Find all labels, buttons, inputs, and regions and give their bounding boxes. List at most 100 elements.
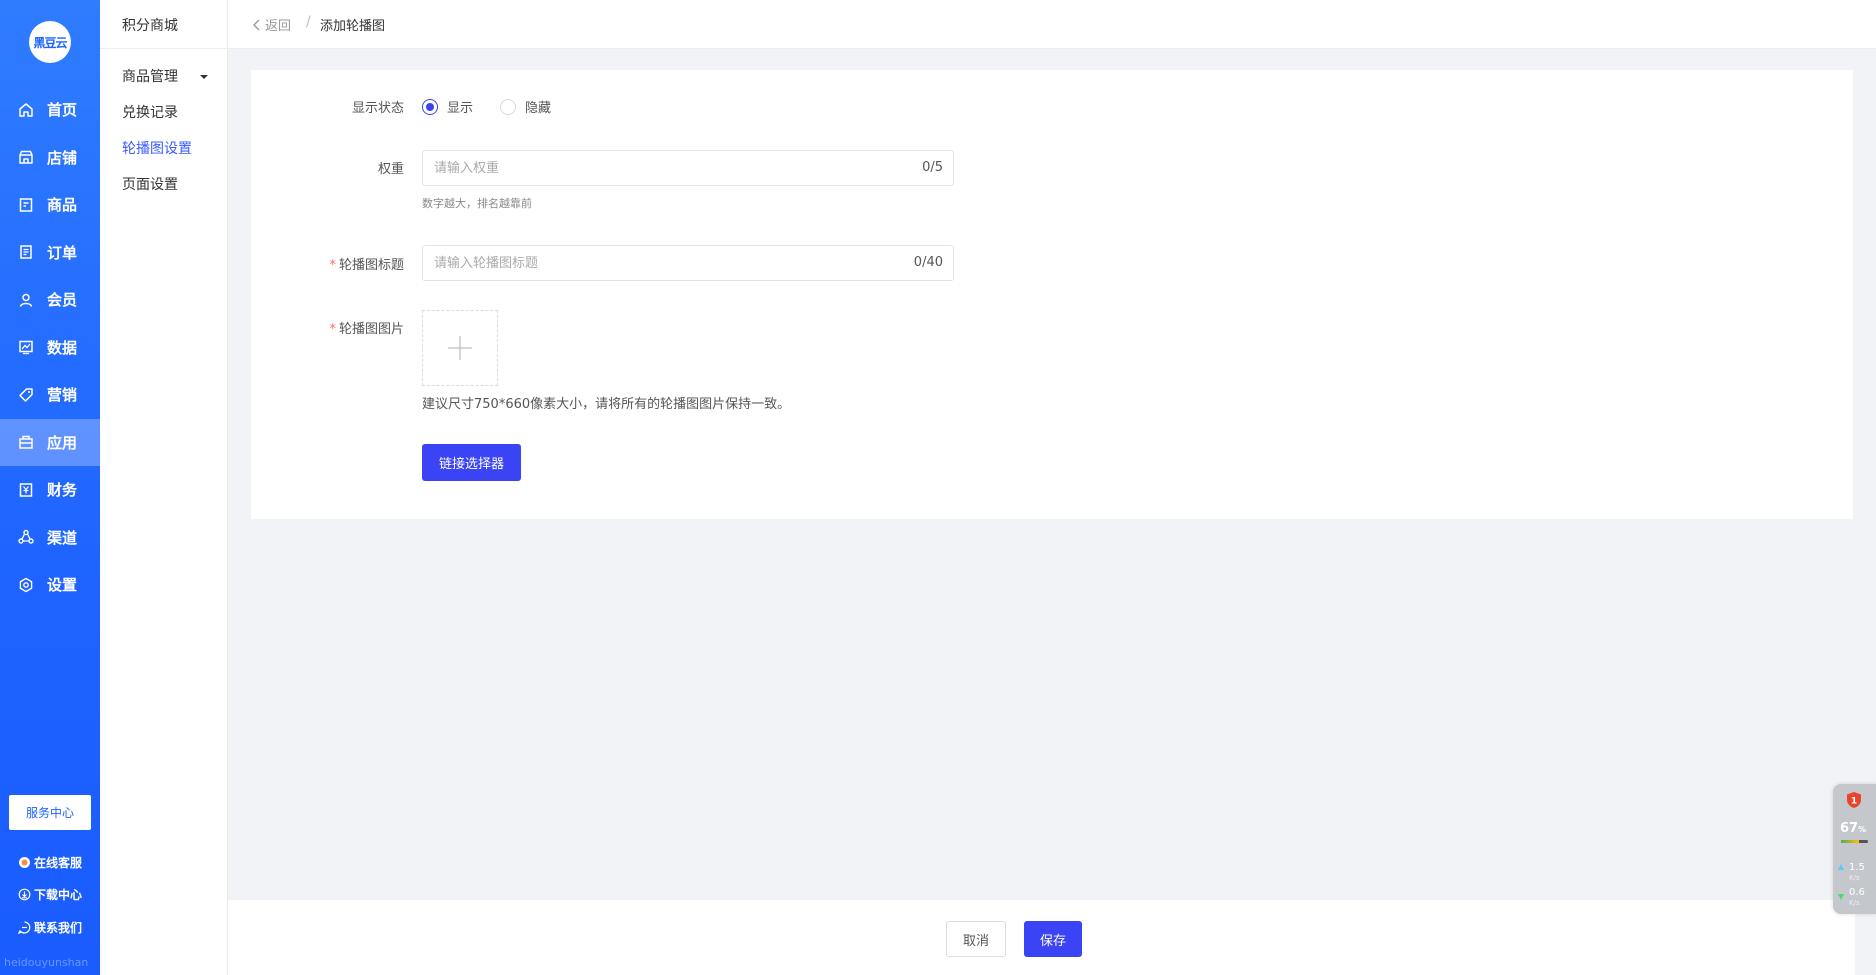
carousel-title-label: * 轮播图标题 (294, 254, 404, 273)
sidebar-item-member[interactable]: 会员 (0, 276, 100, 324)
radio-checked-icon (422, 98, 438, 115)
subnav-item-exchange-records[interactable]: 兑换记录 (122, 102, 178, 122)
required-mark: * (329, 258, 336, 273)
weight-hint: 数字越大，排名越靠前 (422, 197, 532, 210)
carousel-title-input[interactable] (423, 246, 893, 280)
carousel-image-label: * 轮播图图片 (294, 318, 404, 337)
sidebar-item-order[interactable]: 订单 (0, 229, 100, 277)
form-card: 显示状态 显示 隐藏 权重 0/5 数字越大，排名越靠前 *轮播图标题 0/40… (251, 70, 1853, 519)
contact-us-link[interactable]: 联系我们 (18, 911, 82, 944)
image-size-hint: 建议尺寸750*660像素大小，请将所有的轮播图图片保持一致。 (422, 397, 791, 412)
carousel-title-input-wrapper: 0/40 (422, 245, 954, 281)
subnav-title: 积分商城 (122, 18, 178, 34)
radio-hide-label: 隐藏 (525, 101, 552, 116)
carousel-title-label-text: 轮播图标题 (338, 258, 404, 273)
watermark-text: heidouyunshan (4, 956, 89, 969)
download-speed: 0.6 K/s (1849, 888, 1865, 908)
weight-input[interactable] (423, 151, 893, 185)
radio-hide[interactable]: 隐藏 (500, 97, 551, 116)
chevron-down-icon[interactable] (200, 75, 208, 79)
sidebar-item-goods[interactable]: 商品 (0, 181, 100, 229)
sidebar-item-label: 应用 (47, 433, 78, 452)
link-selector-button[interactable]: 链接选择器 (422, 444, 521, 481)
system-monitor-widget[interactable]: 1 67% 1.5 K/s 0.6 K/s (1833, 784, 1876, 914)
sidebar-item-app[interactable]: 应用 (0, 418, 100, 466)
logo-text: 黑豆云 (33, 35, 67, 50)
sidebar-item-home[interactable]: 首页 (0, 86, 100, 134)
side-links: 在线客服 下载中心 联系我们 (18, 846, 82, 944)
chart-icon (18, 339, 34, 355)
sidebar-item-data[interactable]: 数据 (0, 324, 100, 372)
sidebar-item-marketing[interactable]: 营销 (0, 371, 100, 419)
download-center-link[interactable]: 下载中心 (18, 879, 82, 912)
secondary-sidebar: 积分商城 商品管理 兑换记录 轮播图设置 页面设置 (100, 0, 228, 975)
subnav-divider (100, 48, 228, 49)
app-icon (18, 434, 34, 450)
subnav-item-page-settings[interactable]: 页面设置 (122, 174, 178, 194)
sidebar-item-finance[interactable]: 财务 (0, 466, 100, 514)
app-logo[interactable]: 黑豆云 (29, 21, 71, 63)
cpu-percent-unit: % (1858, 825, 1867, 834)
sidebar-item-label: 商品 (47, 196, 78, 215)
upload-arrow-icon (1838, 864, 1844, 870)
upload-speed-unit: K/s (1849, 874, 1860, 882)
sidebar-item-channel[interactable]: 渠道 (0, 514, 100, 562)
download-icon (18, 888, 31, 901)
chevron-left-icon (252, 19, 262, 31)
upload-speed-value: 1.5 (1849, 862, 1865, 873)
upload-speed: 1.5 K/s (1849, 863, 1865, 883)
sidebar-item-label: 数据 (47, 338, 78, 357)
order-icon (18, 244, 34, 260)
subnav-item-goods-management[interactable]: 商品管理 (122, 66, 178, 86)
download-speed-unit: K/s (1849, 899, 1860, 907)
home-icon (18, 102, 34, 118)
main-sidebar: 黑豆云 首页 店铺 商品 订单 会员 数据 营销 应用 财务 渠道 设置 服务中… (0, 0, 100, 975)
radio-unchecked-icon (500, 98, 516, 115)
goods-icon (18, 197, 34, 213)
sidebar-item-label: 营销 (47, 386, 78, 405)
cpu-usage-fill (1841, 840, 1860, 843)
weight-input-wrapper: 0/5 (422, 150, 954, 186)
radio-show[interactable]: 显示 (422, 97, 473, 116)
cpu-percent: 67% (1840, 821, 1866, 836)
sidebar-item-label: 渠道 (47, 528, 78, 547)
sidebar-item-label: 设置 (47, 576, 78, 595)
page-header: 返回 / 添加轮播图 (228, 0, 1876, 49)
cancel-button[interactable]: 取消 (946, 921, 1006, 957)
shield-icon: 1 (1847, 792, 1861, 808)
finance-icon (18, 482, 34, 498)
radio-show-label: 显示 (447, 101, 474, 116)
weight-label: 权重 (377, 162, 404, 177)
plus-icon (448, 336, 472, 360)
download-speed-value: 0.6 (1849, 887, 1865, 898)
save-button[interactable]: 保存 (1024, 921, 1082, 957)
sidebar-item-label: 订单 (47, 243, 78, 262)
back-button[interactable]: 返回 (252, 15, 291, 34)
carousel-title-char-count: 0/40 (913, 255, 943, 270)
weight-char-count: 0/5 (922, 160, 943, 175)
sidebar-item-label: 首页 (47, 101, 78, 120)
chat-icon (18, 921, 31, 934)
main-nav: 首页 店铺 商品 订单 会员 数据 营销 应用 财务 渠道 设置 (0, 86, 100, 609)
side-link-label: 下载中心 (34, 888, 83, 903)
footer-bar: 取消 保存 (228, 900, 1855, 975)
service-center-button[interactable]: 服务中心 (9, 795, 91, 830)
subnav-item-carousel-settings[interactable]: 轮播图设置 (122, 138, 192, 158)
cpu-usage-bar (1841, 840, 1868, 843)
image-upload-button[interactable] (422, 310, 498, 386)
shield-badge-count: 1 (1851, 797, 1857, 807)
sidebar-item-label: 会员 (47, 291, 78, 310)
back-label: 返回 (265, 19, 292, 34)
carousel-image-label-text: 轮播图图片 (338, 322, 404, 337)
cpu-percent-value: 67 (1840, 821, 1859, 836)
sidebar-item-store[interactable]: 店铺 (0, 134, 100, 182)
online-service-link[interactable]: 在线客服 (18, 846, 82, 879)
gear-icon (18, 577, 34, 593)
customer-service-icon (18, 856, 31, 869)
required-mark: * (329, 322, 336, 337)
sidebar-item-settings[interactable]: 设置 (0, 561, 100, 609)
breadcrumb-separator: / (306, 14, 311, 30)
tag-icon (18, 387, 34, 403)
member-icon (18, 292, 34, 308)
store-icon (18, 149, 34, 165)
